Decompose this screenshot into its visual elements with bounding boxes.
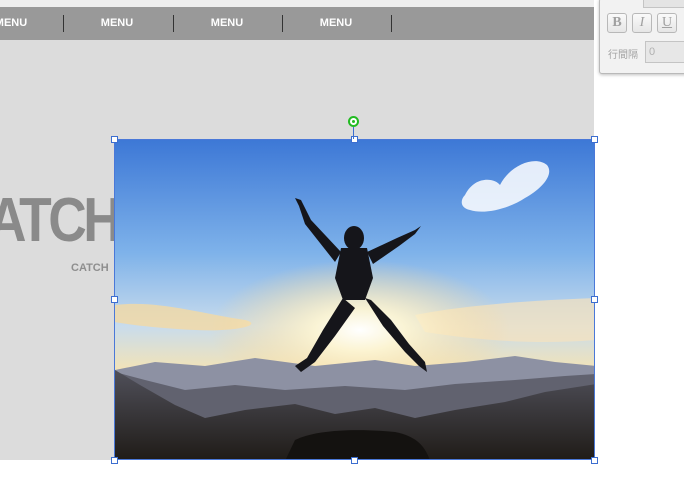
resize-handle-bottom-right[interactable] xyxy=(591,457,598,464)
line-spacing-input[interactable]: 0 xyxy=(645,41,684,63)
rotate-handle[interactable] xyxy=(348,116,359,127)
text-format-panel: B I U 行間隔 0 xyxy=(599,0,684,74)
resize-handle-top-right[interactable] xyxy=(591,136,598,143)
menu-separator xyxy=(63,15,64,32)
panel-top-field[interactable] xyxy=(643,0,684,8)
menu-separator xyxy=(173,15,174,32)
canvas-top-strip xyxy=(0,0,594,7)
resize-handle-right[interactable] xyxy=(591,296,598,303)
bold-button[interactable]: B xyxy=(607,13,627,33)
catch-headline: ATCH xyxy=(0,186,122,255)
resize-handle-bottom-left[interactable] xyxy=(111,457,118,464)
underline-button[interactable]: U xyxy=(657,13,677,33)
menu-bar: MENU MENU MENU MENU xyxy=(0,7,594,40)
catch-subtext: CATCH xyxy=(71,262,109,274)
resize-handle-top-left[interactable] xyxy=(111,136,118,143)
menu-separator xyxy=(282,15,283,32)
menu-separator xyxy=(391,15,392,32)
line-spacing-label: 行間隔 xyxy=(608,50,638,61)
menu-item-3[interactable]: MENU xyxy=(202,7,252,40)
menu-item-4[interactable]: MENU xyxy=(311,7,361,40)
selected-photo[interactable] xyxy=(114,139,595,460)
resize-handle-bottom[interactable] xyxy=(351,457,358,464)
menu-item-1[interactable]: MENU xyxy=(0,7,36,40)
menu-item-2[interactable]: MENU xyxy=(92,7,142,40)
rotate-connector xyxy=(353,127,354,139)
italic-button[interactable]: I xyxy=(632,13,652,33)
photo-jumping-person-icon xyxy=(115,140,594,459)
resize-handle-left[interactable] xyxy=(111,296,118,303)
